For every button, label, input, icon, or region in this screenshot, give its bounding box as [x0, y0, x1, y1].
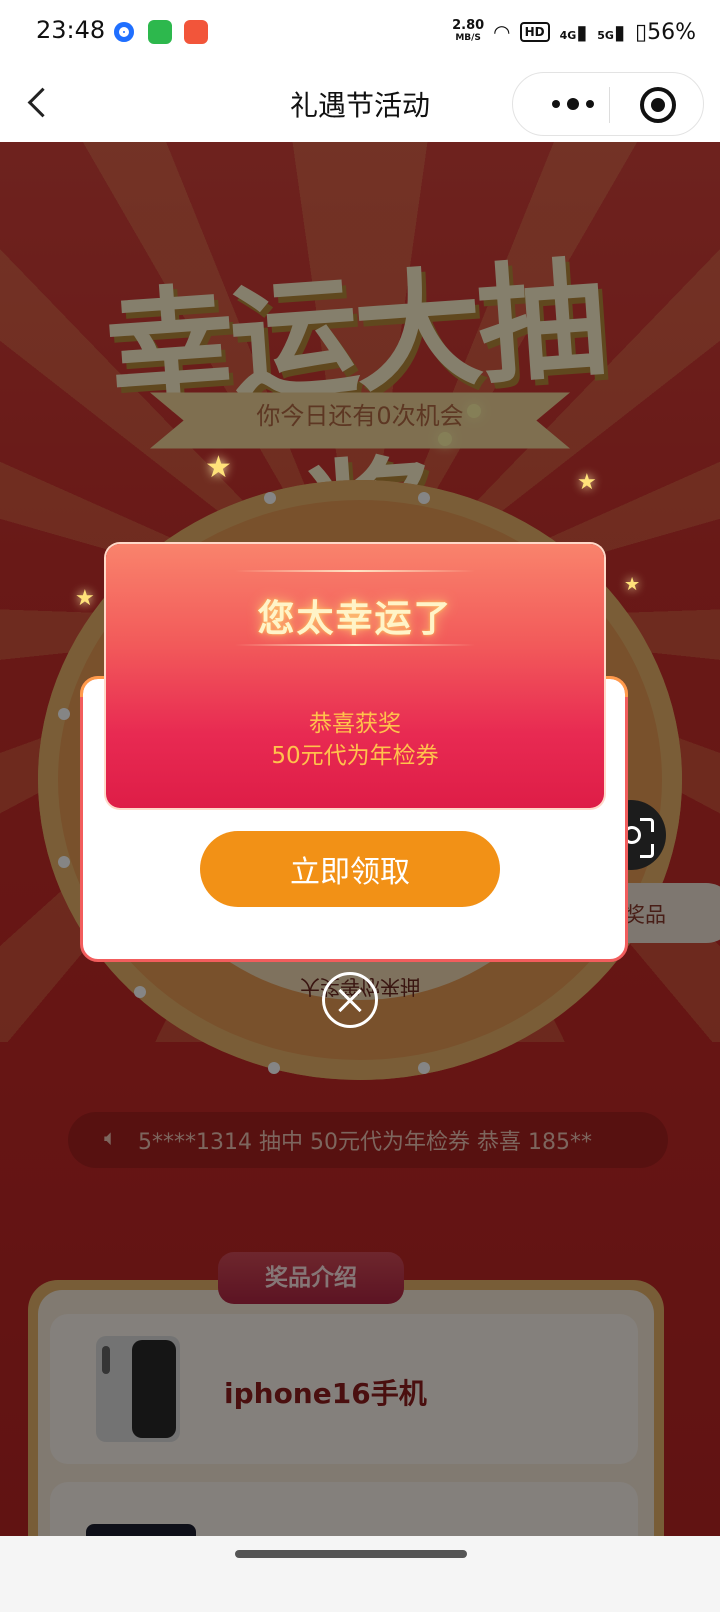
navigation-bar: 礼遇节活动: [0, 64, 720, 142]
message-app-icon: [148, 20, 172, 44]
signal-5g-icon: 5G▮: [597, 20, 625, 44]
signal-4g-icon: 4G▮: [559, 20, 588, 44]
notification-app-icon: [114, 22, 134, 42]
close-miniprogram-icon[interactable]: [640, 87, 676, 123]
claim-now-button[interactable]: 立即领取: [200, 831, 500, 907]
sparkle-star-icon: ★: [577, 470, 597, 495]
sparkle-star-icon: ★: [75, 586, 95, 611]
signal-5g-label: 5G: [597, 29, 614, 42]
capsule-divider: [609, 87, 610, 123]
system-navigation-bar: [0, 1536, 720, 1612]
more-options-icon[interactable]: [541, 87, 605, 121]
status-bar: 23:48 2.80 MB/S ◠ HD 4G▮ 5G▮ ▯56%: [0, 0, 720, 64]
home-indicator[interactable]: [235, 1550, 467, 1558]
battery-percent: 56%: [647, 19, 696, 45]
prize-modal-title: 您太幸运了: [257, 597, 453, 640]
video-app-icon: [184, 20, 208, 44]
network-speed-unit: MB/S: [455, 33, 481, 43]
battery-indicator: ▯56%: [635, 20, 696, 45]
wifi-icon: ◠: [494, 20, 510, 44]
sparkle-star-icon: ★: [205, 450, 232, 485]
network-speed: 2.80 MB/S: [452, 19, 484, 45]
congrats-text: 恭喜获奖: [309, 711, 401, 737]
network-speed-value: 2.80: [452, 18, 485, 33]
battery-icon: ▯: [634, 19, 648, 45]
status-time: 23:48: [36, 16, 106, 44]
hd-badge: HD: [519, 22, 550, 42]
title-divider-line: [235, 570, 475, 572]
sparkle-star-icon: ★: [624, 574, 641, 595]
signal-4g-label: 4G: [559, 29, 577, 42]
miniprogram-capsule: [512, 72, 704, 136]
status-indicators: 2.80 MB/S ◠ HD 4G▮ 5G▮ ▯56%: [452, 14, 696, 50]
title-divider-line: [235, 644, 475, 646]
close-icon[interactable]: [322, 972, 378, 1028]
won-prize-text: 50元代为年检券: [271, 743, 439, 769]
